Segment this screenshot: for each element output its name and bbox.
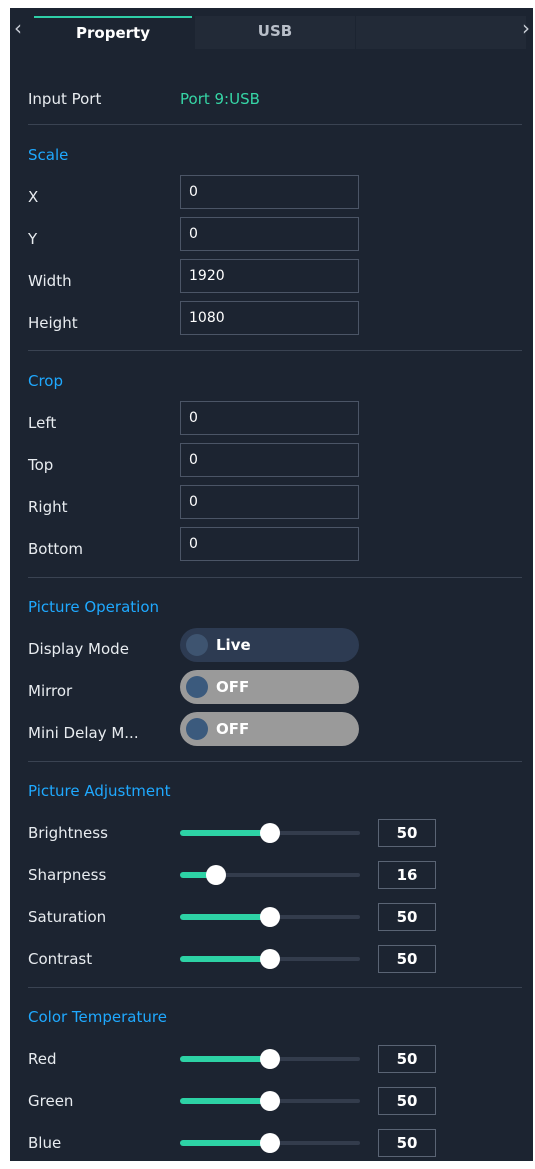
- tab-bar: ‹ Property USB ›: [10, 8, 533, 49]
- toggle-knob: [186, 676, 208, 698]
- brightness-label: Brightness: [28, 824, 108, 842]
- scale-x-label: X: [28, 188, 39, 206]
- crop-right-label: Right: [28, 498, 68, 516]
- saturation-label: Saturation: [28, 908, 107, 926]
- crop-top-label: Top: [28, 456, 54, 474]
- slider-fill: [180, 956, 270, 962]
- scale-height-input[interactable]: 1080: [180, 301, 359, 335]
- red-slider[interactable]: [180, 1048, 360, 1070]
- scale-width-input[interactable]: 1920: [180, 259, 359, 293]
- picture-adjustment-section-title: Picture Adjustment: [28, 782, 171, 800]
- green-label: Green: [28, 1092, 74, 1110]
- property-panel: ‹ Property USB › Input Port Port 9:USB S…: [10, 8, 533, 1161]
- slider-fill: [180, 830, 270, 836]
- mirror-value: OFF: [216, 678, 250, 696]
- slider-fill: [180, 914, 270, 920]
- chevron-right-icon[interactable]: ›: [522, 16, 530, 40]
- display-mode-label: Display Mode: [28, 640, 129, 658]
- brightness-value[interactable]: 50: [378, 819, 436, 847]
- tab-empty: [356, 16, 526, 49]
- slider-fill: [180, 1098, 270, 1104]
- slider-fill: [180, 1140, 270, 1146]
- crop-right-input[interactable]: 0: [180, 485, 359, 519]
- sharpness-value[interactable]: 16: [378, 861, 436, 889]
- input-port-value: Port 9:USB: [180, 90, 260, 108]
- sharpness-slider[interactable]: [180, 864, 360, 886]
- slider-thumb[interactable]: [260, 1091, 280, 1111]
- contrast-slider[interactable]: [180, 948, 360, 970]
- divider: [28, 124, 522, 125]
- slider-thumb[interactable]: [260, 1133, 280, 1153]
- divider: [28, 350, 522, 351]
- saturation-value[interactable]: 50: [378, 903, 436, 931]
- contrast-label: Contrast: [28, 950, 93, 968]
- slider-thumb[interactable]: [260, 907, 280, 927]
- green-value[interactable]: 50: [378, 1087, 436, 1115]
- input-port-label: Input Port: [28, 90, 102, 108]
- display-mode-value: Live: [216, 636, 251, 654]
- display-mode-toggle[interactable]: Live: [180, 628, 359, 662]
- scale-width-label: Width: [28, 272, 72, 290]
- slider-thumb[interactable]: [206, 865, 226, 885]
- saturation-slider[interactable]: [180, 906, 360, 928]
- blue-label: Blue: [28, 1134, 62, 1152]
- brightness-slider[interactable]: [180, 822, 360, 844]
- mirror-label: Mirror: [28, 682, 73, 700]
- sharpness-label: Sharpness: [28, 866, 107, 884]
- divider: [28, 987, 522, 988]
- toggle-knob: [186, 718, 208, 740]
- crop-left-input[interactable]: 0: [180, 401, 359, 435]
- divider: [28, 761, 522, 762]
- scale-y-input[interactable]: 0: [180, 217, 359, 251]
- slider-thumb[interactable]: [260, 823, 280, 843]
- crop-top-input[interactable]: 0: [180, 443, 359, 477]
- scale-section-title: Scale: [28, 146, 69, 164]
- scale-x-input[interactable]: 0: [180, 175, 359, 209]
- crop-left-label: Left: [28, 414, 57, 432]
- scale-y-label: Y: [28, 230, 38, 248]
- mini-delay-toggle[interactable]: OFF: [180, 712, 359, 746]
- scale-height-label: Height: [28, 314, 78, 332]
- tab-usb[interactable]: USB: [195, 16, 355, 49]
- slider-thumb[interactable]: [260, 949, 280, 969]
- red-value[interactable]: 50: [378, 1045, 436, 1073]
- chevron-left-icon[interactable]: ‹: [14, 16, 22, 40]
- picture-operation-section-title: Picture Operation: [28, 598, 160, 616]
- color-temperature-section-title: Color Temperature: [28, 1008, 167, 1026]
- red-label: Red: [28, 1050, 57, 1068]
- tab-property[interactable]: Property: [34, 16, 192, 49]
- green-slider[interactable]: [180, 1090, 360, 1112]
- mini-delay-label: Mini Delay M...: [28, 724, 139, 742]
- crop-bottom-input[interactable]: 0: [180, 527, 359, 561]
- slider-thumb[interactable]: [260, 1049, 280, 1069]
- mirror-toggle[interactable]: OFF: [180, 670, 359, 704]
- divider: [28, 577, 522, 578]
- mini-delay-value: OFF: [216, 720, 250, 738]
- slider-fill: [180, 1056, 270, 1062]
- crop-section-title: Crop: [28, 372, 64, 390]
- toggle-knob: [186, 634, 208, 656]
- blue-slider[interactable]: [180, 1132, 360, 1154]
- crop-bottom-label: Bottom: [28, 540, 84, 558]
- contrast-value[interactable]: 50: [378, 945, 436, 973]
- blue-value[interactable]: 50: [378, 1129, 436, 1157]
